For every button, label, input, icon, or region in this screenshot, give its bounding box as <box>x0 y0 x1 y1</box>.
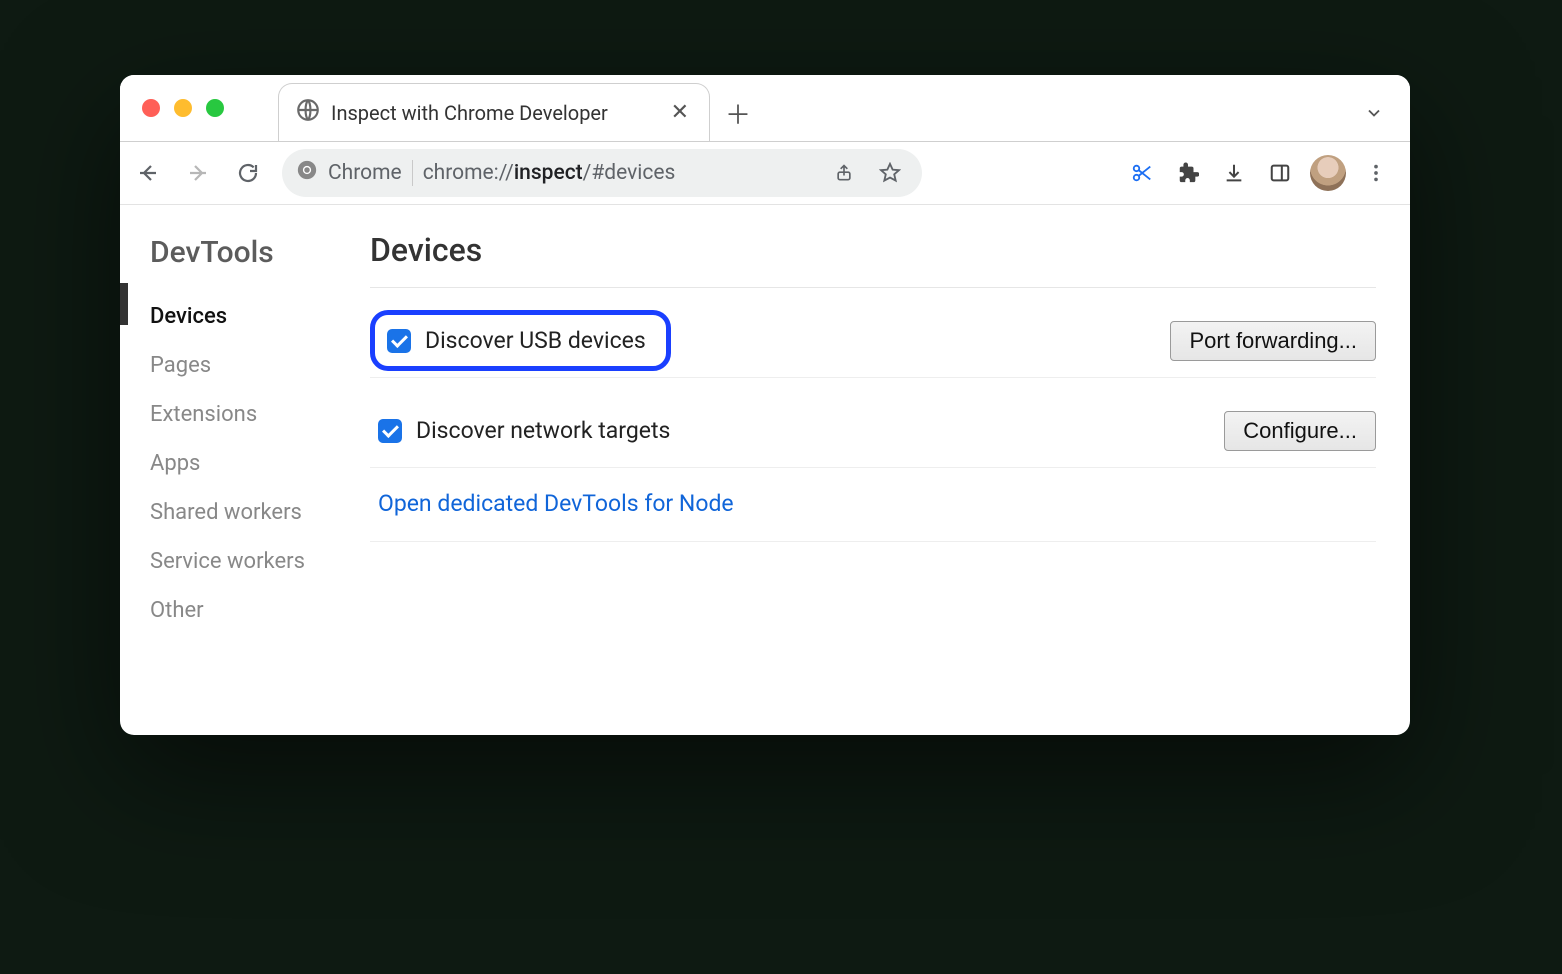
highlight-usb: Discover USB devices <box>370 310 671 371</box>
url-chip: Chrome <box>328 161 402 185</box>
window-controls <box>142 99 224 117</box>
nav-item-extensions[interactable]: Extensions <box>150 390 370 439</box>
url-text: chrome://inspect/#devices <box>423 161 676 185</box>
nav-list: Devices Pages Extensions Apps Shared wor… <box>150 292 370 635</box>
main-panel: Devices Discover USB devices Port forwar… <box>370 205 1410 735</box>
separator <box>412 160 413 186</box>
discover-network-label: Discover network targets <box>416 417 670 444</box>
share-icon[interactable] <box>826 163 862 183</box>
bookmark-icon[interactable] <box>872 162 908 184</box>
url-scheme: chrome:// <box>423 161 514 185</box>
nav-item-apps[interactable]: Apps <box>150 439 370 488</box>
profile-avatar[interactable] <box>1310 155 1346 191</box>
maximize-window-button[interactable] <box>206 99 224 117</box>
new-tab-button[interactable]: ＋ <box>718 93 758 133</box>
discover-network-option[interactable]: Discover network targets <box>378 417 670 444</box>
forward-button[interactable] <box>174 149 222 197</box>
configure-button[interactable]: Configure... <box>1224 411 1376 451</box>
page-content: DevTools Devices Pages Extensions Apps S… <box>120 205 1410 735</box>
extensions-icon[interactable] <box>1166 151 1210 195</box>
tab-close-button[interactable]: ✕ <box>665 96 695 129</box>
tab-inspect[interactable]: Inspect with Chrome Developer ✕ <box>278 83 710 141</box>
row-network: Discover network targets Configure... <box>370 378 1376 468</box>
back-button[interactable] <box>124 149 172 197</box>
minimize-window-button[interactable] <box>174 99 192 117</box>
nav-item-service-workers[interactable]: Service workers <box>150 537 370 586</box>
discover-usb-label: Discover USB devices <box>425 327 646 354</box>
close-window-button[interactable] <box>142 99 160 117</box>
tabs-dropdown-button[interactable] <box>1354 93 1394 133</box>
chrome-icon <box>296 159 318 187</box>
port-forwarding-button[interactable]: Port forwarding... <box>1170 321 1376 361</box>
tab-bar: Inspect with Chrome Developer ✕ ＋ <box>120 75 1410 141</box>
nav-item-shared-workers[interactable]: Shared workers <box>150 488 370 537</box>
address-bar[interactable]: Chrome chrome://inspect/#devices <box>282 149 922 197</box>
nav-item-other[interactable]: Other <box>150 586 370 635</box>
open-node-devtools-link[interactable]: Open dedicated DevTools for Node <box>378 490 734 517</box>
downloads-icon[interactable] <box>1212 151 1256 195</box>
discover-usb-option[interactable]: Discover USB devices <box>387 327 646 354</box>
row-usb: Discover USB devices Port forwarding... <box>370 288 1376 378</box>
globe-icon <box>295 97 321 128</box>
nav-item-pages[interactable]: Pages <box>150 341 370 390</box>
scissors-icon[interactable] <box>1120 151 1164 195</box>
row-node-link: Open dedicated DevTools for Node <box>370 468 1376 542</box>
url-path: /#devices <box>583 161 676 185</box>
toolbar: Chrome chrome://inspect/#devices <box>120 141 1410 205</box>
discover-usb-checkbox[interactable] <box>387 329 411 353</box>
page-heading: Devices <box>370 231 1376 288</box>
reload-button[interactable] <box>224 149 272 197</box>
menu-icon[interactable] <box>1354 151 1398 195</box>
url-host: inspect <box>514 161 583 185</box>
tab-title: Inspect with Chrome Developer <box>331 101 655 125</box>
side-panel-icon[interactable] <box>1258 151 1302 195</box>
sidebar-title: DevTools <box>150 235 370 270</box>
browser-window: Inspect with Chrome Developer ✕ ＋ Chrome… <box>120 75 1410 735</box>
active-nav-indicator <box>120 283 128 325</box>
sidebar: DevTools Devices Pages Extensions Apps S… <box>120 205 370 735</box>
nav-item-devices[interactable]: Devices <box>150 292 370 341</box>
discover-network-checkbox[interactable] <box>378 419 402 443</box>
